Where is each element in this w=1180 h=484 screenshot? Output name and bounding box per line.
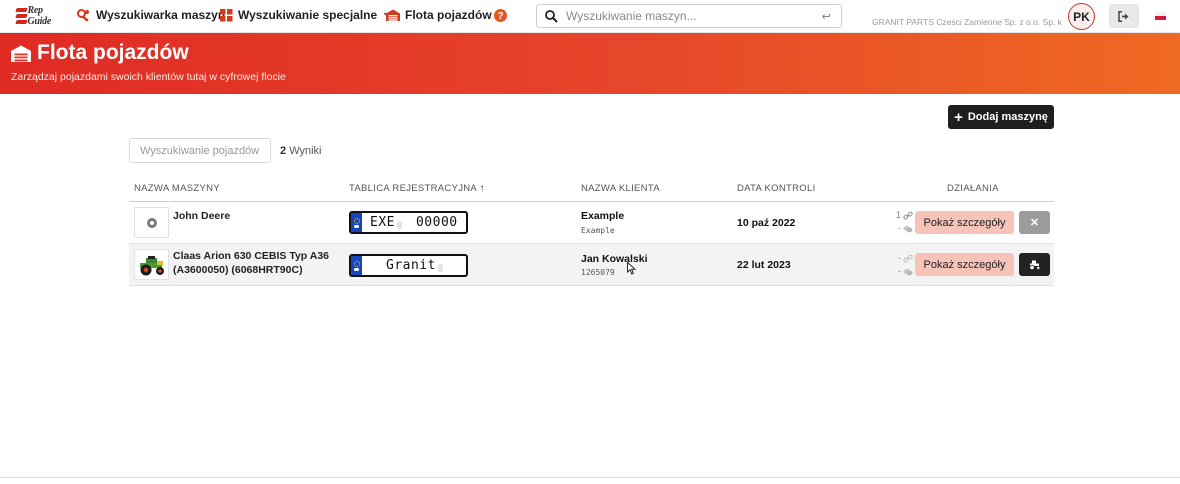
tractor-action-button[interactable] [1019,253,1050,276]
logout-icon [1118,10,1129,22]
garage-icon [11,45,31,62]
page-subtitle: Zarządzaj pojazdami swoich klientów tuta… [11,71,286,83]
add-machine-button[interactable]: + Dodaj maszynę [948,105,1054,129]
client-subtext: 1265079 [581,268,615,277]
inspection-date: 22 lut 2023 [737,259,791,271]
license-plate: Granit [349,254,468,277]
help-icon: ? [494,9,507,22]
column-header-plate[interactable]: TABLICA REJESTRACYJNA ↑ [349,183,485,194]
results-label: Wyniki [289,145,322,157]
table-row[interactable]: Claas Arion 630 CEBIS Typ A36 (A3600050)… [129,244,1054,286]
machine-search-input[interactable] [566,9,822,23]
svg-text:?: ? [497,11,503,22]
page-header-banner: Flota pojazdów Zarządzaj pojazdami swoic… [0,33,1180,94]
client-subtext: Example [581,226,615,235]
nav-special-search-label: Wyszukiwanie specjalne [238,8,378,22]
logo-text: Rep Guide [27,5,51,27]
show-details-button[interactable]: Pokaż szczegóły [915,211,1014,234]
nav-fleet-label: Flota pojazdów [405,8,492,22]
plate-sticker-icon [437,264,443,272]
mouse-cursor-icon [627,262,636,275]
comment-count: - [898,266,901,276]
link-icon [903,254,913,263]
grid-icon [220,8,233,21]
comments-icon [903,225,913,232]
eu-plate-band-icon [351,213,362,232]
user-avatar[interactable]: PK [1068,3,1095,30]
placeholder-dot-icon [146,217,157,228]
nav-machine-search[interactable]: Wyszukiwarka maszyn [77,8,225,22]
wrench-cog-icon [77,8,89,22]
add-machine-label: Dodaj maszynę [967,111,1048,123]
results-count: 2 Wyniki [280,145,321,157]
nav-fleet[interactable]: Flota pojazdów [386,8,492,22]
enter-key-icon: ↩ [821,10,831,23]
tractor-icon [1028,260,1040,270]
client-name: Example [581,210,625,222]
inspection-date: 10 paź 2022 [737,217,796,229]
plate-sticker-icon [396,221,402,229]
machine-search-box[interactable]: ↩ [536,4,842,28]
column-header-date[interactable]: DATA KONTROLI [737,183,816,194]
link-icon [903,211,913,220]
machine-thumbnail [134,207,169,238]
column-header-actions: DZIAŁANIA [947,183,999,194]
logout-button[interactable] [1109,4,1139,28]
link-count: - [898,253,901,263]
company-name: GRANIT PARTS Czesci Zamienne Sp. z o.o. … [872,17,1062,27]
garage-icon [386,9,400,21]
machine-name-line-2: (A3600050) (6068HRT90C) [173,264,303,276]
results-number: 2 [280,145,287,157]
close-icon: ✕ [1029,217,1040,229]
row-counters: - - [891,252,913,278]
tractor-image-icon [139,255,164,275]
machine-name[interactable]: John Deere [173,209,230,223]
delete-button[interactable]: ✕ [1019,211,1050,234]
column-header-client[interactable]: NAZWA KLIENTA [581,183,660,194]
page-title-text: Flota pojazdów [37,41,189,64]
plate-text-right: 00000 [415,215,458,230]
machine-name-line-1: Claas Arion 630 CEBIS Typ A36 [173,250,329,262]
help-button[interactable]: ? [494,9,512,22]
sort-arrow-up-icon: ↑ [479,183,485,194]
vehicle-search-input[interactable] [129,138,271,163]
link-count: 1 [895,210,901,220]
search-icon [545,9,558,23]
machine-name[interactable]: Claas Arion 630 CEBIS Typ A36 (A3600050)… [173,249,329,277]
plus-icon: + [954,108,963,126]
row-counters: 1 - [891,209,913,235]
column-header-machine[interactable]: NAZWA MASZYNY [134,183,220,194]
page-bottom-divider [0,477,1180,478]
column-header-plate-label: TABLICA REJESTRACYJNA [349,183,477,194]
page-title: Flota pojazdów [11,41,189,65]
nav-machine-search-label: Wyszukiwarka maszyn [96,8,226,22]
show-details-button[interactable]: Pokaż szczegóły [915,253,1014,276]
rep-guide-logo[interactable]: Rep Guide [14,5,64,27]
logo-mark-icon [14,6,28,26]
comments-icon [903,268,913,275]
comment-count: - [898,223,901,233]
machine-thumbnail [134,249,169,280]
eu-plate-band-icon [351,256,362,275]
top-navbar: Rep Guide Wyszukiwarka maszyn Wyszukiwan… [0,0,1180,33]
nav-special-search[interactable]: Wyszukiwanie specjalne [220,8,398,22]
plate-text-left: EXE [370,215,395,230]
language-flag-icon[interactable] [1155,12,1166,20]
table-row[interactable]: John Deere EXE 00000 Example Example 10 … [129,202,1054,244]
license-plate: EXE 00000 [349,211,468,234]
plate-text-left: Granit [386,258,436,273]
client-name: Jan Kowalski [581,253,648,265]
